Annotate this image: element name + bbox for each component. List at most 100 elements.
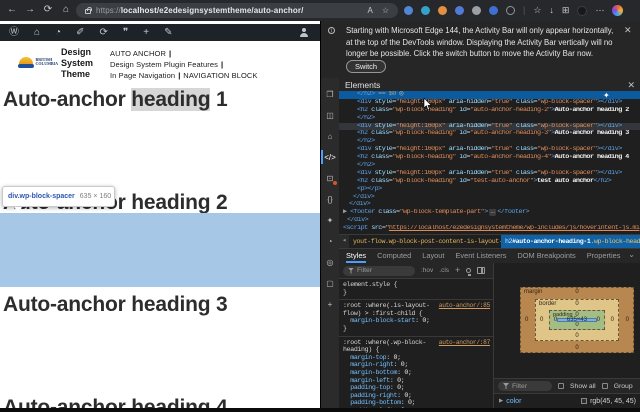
elements-tree-line[interactable]: </div> bbox=[339, 194, 640, 202]
account-avatar-icon[interactable] bbox=[577, 5, 588, 16]
computed-filter-input[interactable]: Filter bbox=[498, 381, 552, 391]
activity-bar: ❐ ◫ ⌂ </> ⊡{} ✦ ◔ ◎ ▢ + bbox=[321, 78, 339, 412]
tab-layout[interactable]: Layout bbox=[422, 249, 444, 263]
tab-properties[interactable]: Properties bbox=[587, 249, 621, 263]
ext-check-blue-icon[interactable] bbox=[489, 6, 498, 15]
elements-close-icon[interactable]: ✕ bbox=[627, 80, 635, 91]
elements-tree-line[interactable]: ▶ <footer class="wp-block-template-part"… bbox=[339, 209, 640, 217]
welcome-home-icon[interactable]: ⌂ bbox=[321, 126, 339, 147]
hints-lightbulb-icon[interactable] bbox=[466, 268, 472, 276]
elements-tree-line[interactable]: </div> bbox=[339, 201, 640, 209]
ext-orange-icon[interactable] bbox=[438, 6, 447, 15]
toolbar-separator: | bbox=[523, 5, 526, 15]
url-bar[interactable]: https://localhost/e2edesignsystemtheme/a… bbox=[76, 3, 398, 18]
sources-icon[interactable]: {} bbox=[321, 189, 339, 210]
dock-panel-icon[interactable]: ❐ bbox=[321, 84, 339, 105]
show-all-checkbox[interactable] bbox=[558, 383, 564, 389]
elements-tree-line[interactable]: </h2> bbox=[339, 138, 640, 146]
hov-toggle[interactable]: :hov bbox=[421, 267, 433, 274]
reading-mode-icon[interactable]: A bbox=[367, 6, 372, 15]
style-rule[interactable]: auto-anchor/:85:root :where(.is-layout-f… bbox=[339, 300, 493, 337]
forward-icon[interactable]: → bbox=[22, 4, 38, 16]
elements-tree-line[interactable]: <script src="https://localhost/e2edesign… bbox=[339, 225, 640, 233]
performance-icon[interactable]: ◔ bbox=[321, 231, 339, 252]
nav-link-navigation-block[interactable]: NAVIGATION BLOCK bbox=[183, 71, 257, 80]
console-icon[interactable]: ⊡ bbox=[321, 168, 339, 189]
elements-icon[interactable]: </> bbox=[321, 147, 339, 168]
page-heading-3: Auto-anchor heading 3 bbox=[3, 293, 228, 316]
sidebar-toggle-icon[interactable] bbox=[477, 267, 486, 274]
bookmark-star-icon[interactable]: ☆ bbox=[382, 6, 389, 15]
elements-tree-line[interactable]: </h2> == $0 ◎ bbox=[339, 91, 640, 99]
more-menu-icon[interactable]: ⋯ bbox=[595, 6, 604, 15]
elements-tree-line[interactable]: <div style="height:160px" aria-hidden="t… bbox=[339, 170, 640, 178]
ext-hexagon-icon[interactable] bbox=[421, 6, 430, 15]
elements-tree-line[interactable]: <h2 class="wp-block-heading" id="auto-an… bbox=[339, 107, 640, 115]
elements-tree-line[interactable]: <p></p> bbox=[339, 186, 640, 194]
tab-dom-breakpoints[interactable]: DOM Breakpoints bbox=[517, 249, 575, 263]
group-checkbox[interactable] bbox=[601, 383, 608, 389]
tab-styles[interactable]: Styles bbox=[346, 249, 367, 263]
memory-icon[interactable]: ◎ bbox=[321, 252, 339, 273]
reload-icon[interactable]: ⟳ bbox=[40, 4, 56, 16]
styles-filter-input[interactable]: Filter bbox=[343, 265, 415, 276]
more-tools-icon[interactable]: + bbox=[321, 294, 339, 315]
ext-shield-gray-icon[interactable] bbox=[472, 6, 481, 15]
tooltip-dimensions: 635 × 160 bbox=[79, 193, 112, 200]
breadcrumb-selected[interactable]: h2#auto-anchor-heading-1.wp-block-headin… bbox=[501, 235, 640, 248]
elements-tree-line[interactable]: </h2> bbox=[339, 115, 640, 123]
profile-avatar-icon[interactable] bbox=[612, 5, 624, 16]
stylesheet-link[interactable]: auto-anchor/:85 bbox=[439, 302, 491, 309]
application-icon[interactable]: ▢ bbox=[321, 273, 339, 294]
downloads-icon[interactable]: ↓ bbox=[549, 6, 554, 15]
devtools-panel: i Starting with Microsoft Edge 144, the … bbox=[320, 21, 640, 412]
new-content-icon[interactable]: + bbox=[143, 27, 149, 38]
elements-tree-line[interactable]: <h2 class="wp-block-heading" id="test-au… bbox=[339, 178, 640, 186]
ext-c-ring-icon[interactable] bbox=[506, 6, 515, 15]
elements-tree-line[interactable]: <h2 class="wp-block-heading" id="auto-an… bbox=[339, 154, 640, 162]
switch-button[interactable]: Switch bbox=[346, 60, 387, 73]
elements-tree-line[interactable]: <div style="height:160px" aria-hidden="t… bbox=[339, 99, 640, 107]
chevron-down-icon[interactable]: ⌄ bbox=[628, 250, 635, 259]
nav-link-in-page-navigation[interactable]: In Page Navigation bbox=[110, 71, 175, 80]
stylesheet-link[interactable]: auto-anchor/:87 bbox=[439, 339, 491, 346]
style-rule[interactable]: auto-anchor/:87:root :where(.wp-block-he… bbox=[339, 337, 493, 412]
favorites-star-icon[interactable]: ☆ bbox=[533, 6, 541, 15]
expand-triangle-icon[interactable]: ▶ bbox=[499, 398, 503, 404]
dashboard-gauge-icon[interactable]: ◔ bbox=[55, 27, 61, 38]
elements-tree-line[interactable]: <h2 class="wp-block-heading" id="auto-an… bbox=[339, 130, 640, 138]
wordpress-logo-icon[interactable]: Ⓦ bbox=[9, 27, 19, 38]
elements-tree-line[interactable]: </div> bbox=[339, 217, 640, 225]
account-person-icon[interactable] bbox=[299, 28, 308, 37]
edit-icon[interactable]: ✎ bbox=[164, 27, 172, 38]
network-icon[interactable]: ✦ bbox=[321, 210, 339, 231]
color-swatch bbox=[581, 398, 588, 404]
cls-toggle[interactable]: .cls bbox=[439, 267, 449, 274]
box-model-diagram[interactable]: margin 0 0 0 0 border 0 0 0 0 padding 0 bbox=[520, 287, 634, 353]
customizer-brush-icon[interactable]: ✐ bbox=[76, 27, 84, 38]
back-icon[interactable]: ← bbox=[4, 4, 20, 16]
new-style-rule-button[interactable]: + bbox=[455, 266, 460, 275]
breadcrumb-parent[interactable]: yout-flow.wp-block-post-content-is-layou… bbox=[349, 238, 501, 245]
split-panel-icon[interactable]: ◫ bbox=[321, 105, 339, 126]
style-rule[interactable]: element.style {} bbox=[339, 279, 493, 301]
computed-color-row[interactable]: ▶ color rgb(45, 45, 45) bbox=[494, 393, 640, 408]
updates-icon[interactable]: ⟳ bbox=[99, 27, 107, 38]
funnel-icon bbox=[348, 267, 354, 274]
ext-password-icon[interactable] bbox=[404, 6, 413, 15]
nav-link-design-system-plugin-features[interactable]: Design System Plugin Features bbox=[110, 60, 218, 69]
sparkle-icon: ✦ bbox=[603, 91, 610, 100]
nav-link-auto-anchor[interactable]: AUTO ANCHOR bbox=[110, 49, 166, 58]
breadcrumb-back-icon[interactable]: ◂ bbox=[339, 235, 349, 248]
elements-tree-line[interactable]: </h2> bbox=[339, 162, 640, 170]
tab-computed[interactable]: Computed bbox=[377, 249, 411, 263]
my-sites-icon[interactable]: ⌂ bbox=[34, 27, 40, 38]
tab-event-listeners[interactable]: Event Listeners bbox=[455, 249, 506, 263]
ext-pencil-icon[interactable] bbox=[455, 6, 464, 15]
notification-close-icon[interactable]: ✕ bbox=[624, 25, 632, 36]
extensions-grid-icon[interactable]: ⊞ bbox=[562, 6, 570, 15]
home-icon[interactable]: ⌂ bbox=[58, 4, 74, 16]
elements-tree-line[interactable]: <div style="height:160px" aria-hidden="t… bbox=[339, 146, 640, 154]
elements-tree-line[interactable]: <div style="height:160px" aria-hidden="t… bbox=[339, 122, 640, 131]
comments-icon[interactable]: ❞ bbox=[123, 27, 128, 38]
